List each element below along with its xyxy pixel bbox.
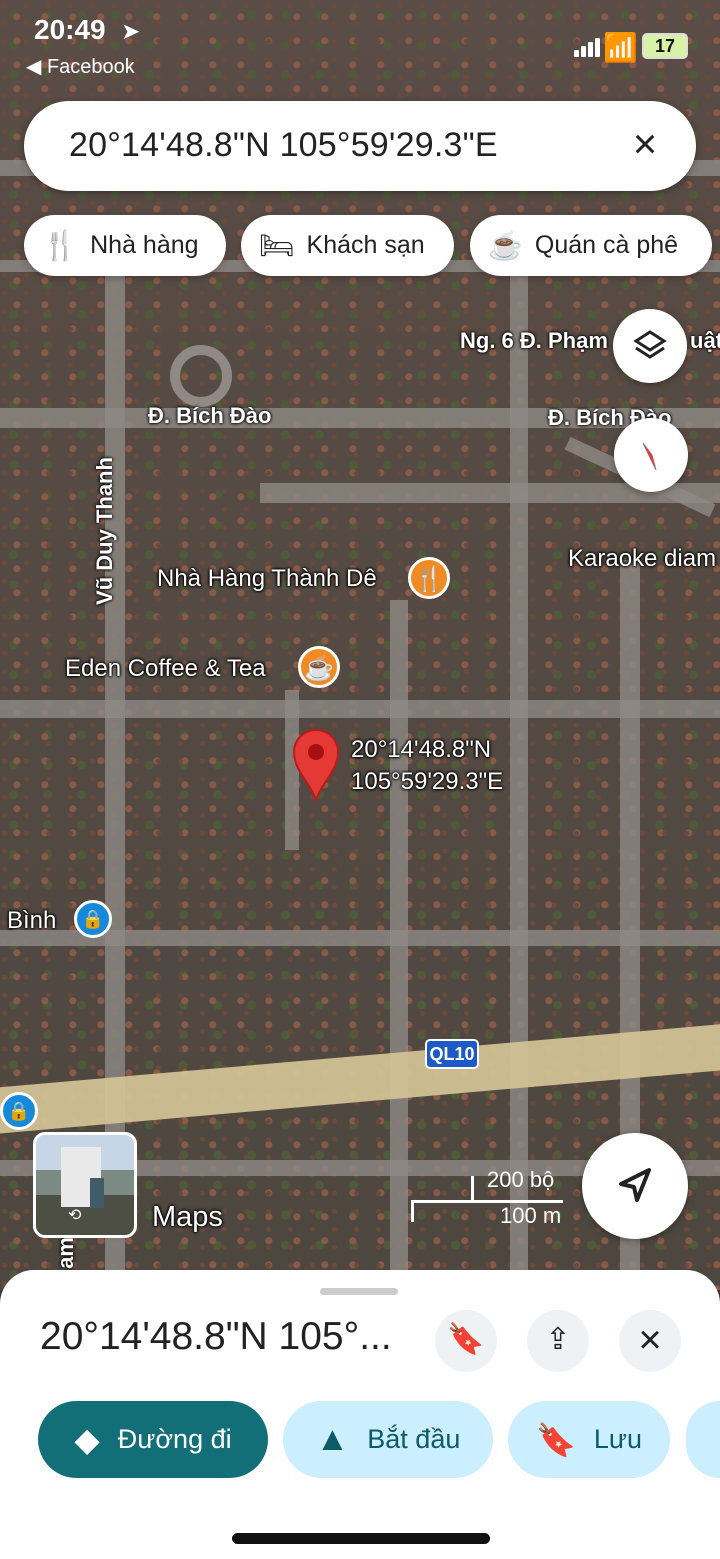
road [510,270,528,1270]
street-view-thumbnail[interactable]: ⟲ [33,1132,137,1238]
street-label-fragment: uật [690,328,720,353]
pin-coordinates: 20°14'48.8"N 105°59'29.3"E [351,734,503,798]
scale-tick [411,1200,414,1222]
lock-poi-icon[interactable]: 🔒 [74,900,112,938]
restaurant-chip[interactable]: 🍴 Nhà hàng [24,215,226,276]
directions-button-label: Đường đi [117,1424,232,1454]
scale-feet-label: 200 bộ [487,1167,555,1192]
layers-icon [633,330,667,359]
close-icon: × [638,1318,662,1362]
navigation-arrow-icon: ▲ [315,1420,350,1458]
fork-knife-icon: 🍴 [42,229,79,262]
start-button[interactable]: ▲ Bắt đầu [283,1401,493,1478]
coffee-icon: ☕ [488,230,523,261]
save-button[interactable]: 🔖 Lưu [508,1401,670,1478]
place-title: 20°14'48.8"N 105°... [40,1315,392,1358]
place-binh-label[interactable]: Bình [7,907,56,935]
restaurant-label[interactable]: Nhà Hàng Thành Dê [157,565,377,593]
save-button-label: Lưu [593,1424,642,1454]
clock: 20:49 [34,14,106,45]
bookmark-icon: 🔖 [447,1323,485,1356]
share-icon: ⇪ [545,1323,571,1356]
rotate-360-icon: ⟲ [68,1207,82,1224]
restaurant-chip-label: Nhà hàng [90,231,199,259]
street-label-bich-dao-left: Đ. Bích Đào [148,403,272,428]
restaurant-poi-icon[interactable]: 🍴 [408,557,450,599]
pin-coordinates-line1: 20°14'48.8"N [351,736,492,763]
wifi-icon: 📶 [603,32,638,63]
lock-poi-icon[interactable]: 🔒 [0,1092,38,1130]
hotel-chip[interactable]: 🛏 Khách sạn [241,215,454,276]
scale-tick [471,1176,474,1201]
share-button[interactable]: ⇪ [527,1310,589,1372]
directions-button[interactable]: ◆ Đường đi [38,1401,268,1478]
back-app-label: Facebook [46,56,135,78]
compass-icon [642,442,657,471]
drag-handle[interactable] [320,1288,398,1295]
coffee-label[interactable]: Eden Coffee & Tea [65,655,266,683]
cellular-signal-icon [574,37,602,57]
pin-coordinates-line2: 105°59'29.3"E [351,768,504,795]
road [390,600,408,1280]
hotel-chip-label: Khách sạn [306,231,425,259]
navigation-arrow-icon [619,1168,651,1202]
street-label-ng6: Ng. 6 Đ. Phạm [460,328,608,353]
ql10-route-badge: QL10 [425,1039,479,1069]
bottom-left-street-fragment: am [52,1237,78,1269]
maps-label: Maps [152,1201,223,1233]
search-box[interactable]: 20°14'48.8"N 105°59'29.3"E × [24,101,696,191]
bookmark-icon: 🔖 [536,1421,576,1458]
start-button-label: Bắt đầu [367,1424,461,1454]
back-to-app[interactable]: ◀ Facebook [26,54,135,79]
scale-meters-label: 100 m [500,1203,562,1228]
map-view[interactable]: Ng. 6 Đ. Phạm uật Đ. Bích Đào Đ. Bích Đà… [0,0,720,1290]
status-bar: 20:49 ➤ ◀ Facebook 📶 17 [0,0,720,90]
search-text[interactable]: 20°14'48.8"N 105°59'29.3"E [69,126,498,165]
layers-button[interactable] [613,309,687,383]
map-scale: 200 bộ 100 m [411,1167,566,1228]
location-pin-icon[interactable] [288,724,344,802]
close-sheet-button[interactable]: × [619,1310,681,1372]
directions-icon: ◆ [74,1421,100,1458]
house-door [90,1178,104,1208]
street-label-vu-duy-thanh: Vũ Duy Thanh [92,457,117,605]
location-arrow-icon: ➤ [121,18,141,44]
coffee-chip-label: Quán cà phê [534,231,679,259]
coffee-poi-icon[interactable]: ☕ [298,646,340,688]
bed-icon: 🛏 [259,230,295,261]
compass-button[interactable] [614,418,688,492]
close-icon[interactable]: × [624,123,666,167]
bookmark-button[interactable]: 🔖 [435,1310,497,1372]
karaoke-label[interactable]: Karaoke diam [568,545,716,573]
battery-indicator: 17 [642,33,688,59]
roundabout [170,345,232,407]
my-location-button[interactable] [582,1133,688,1239]
home-indicator[interactable] [232,1533,490,1544]
coffee-chip[interactable]: ☕ Quán cà phê [470,215,712,276]
